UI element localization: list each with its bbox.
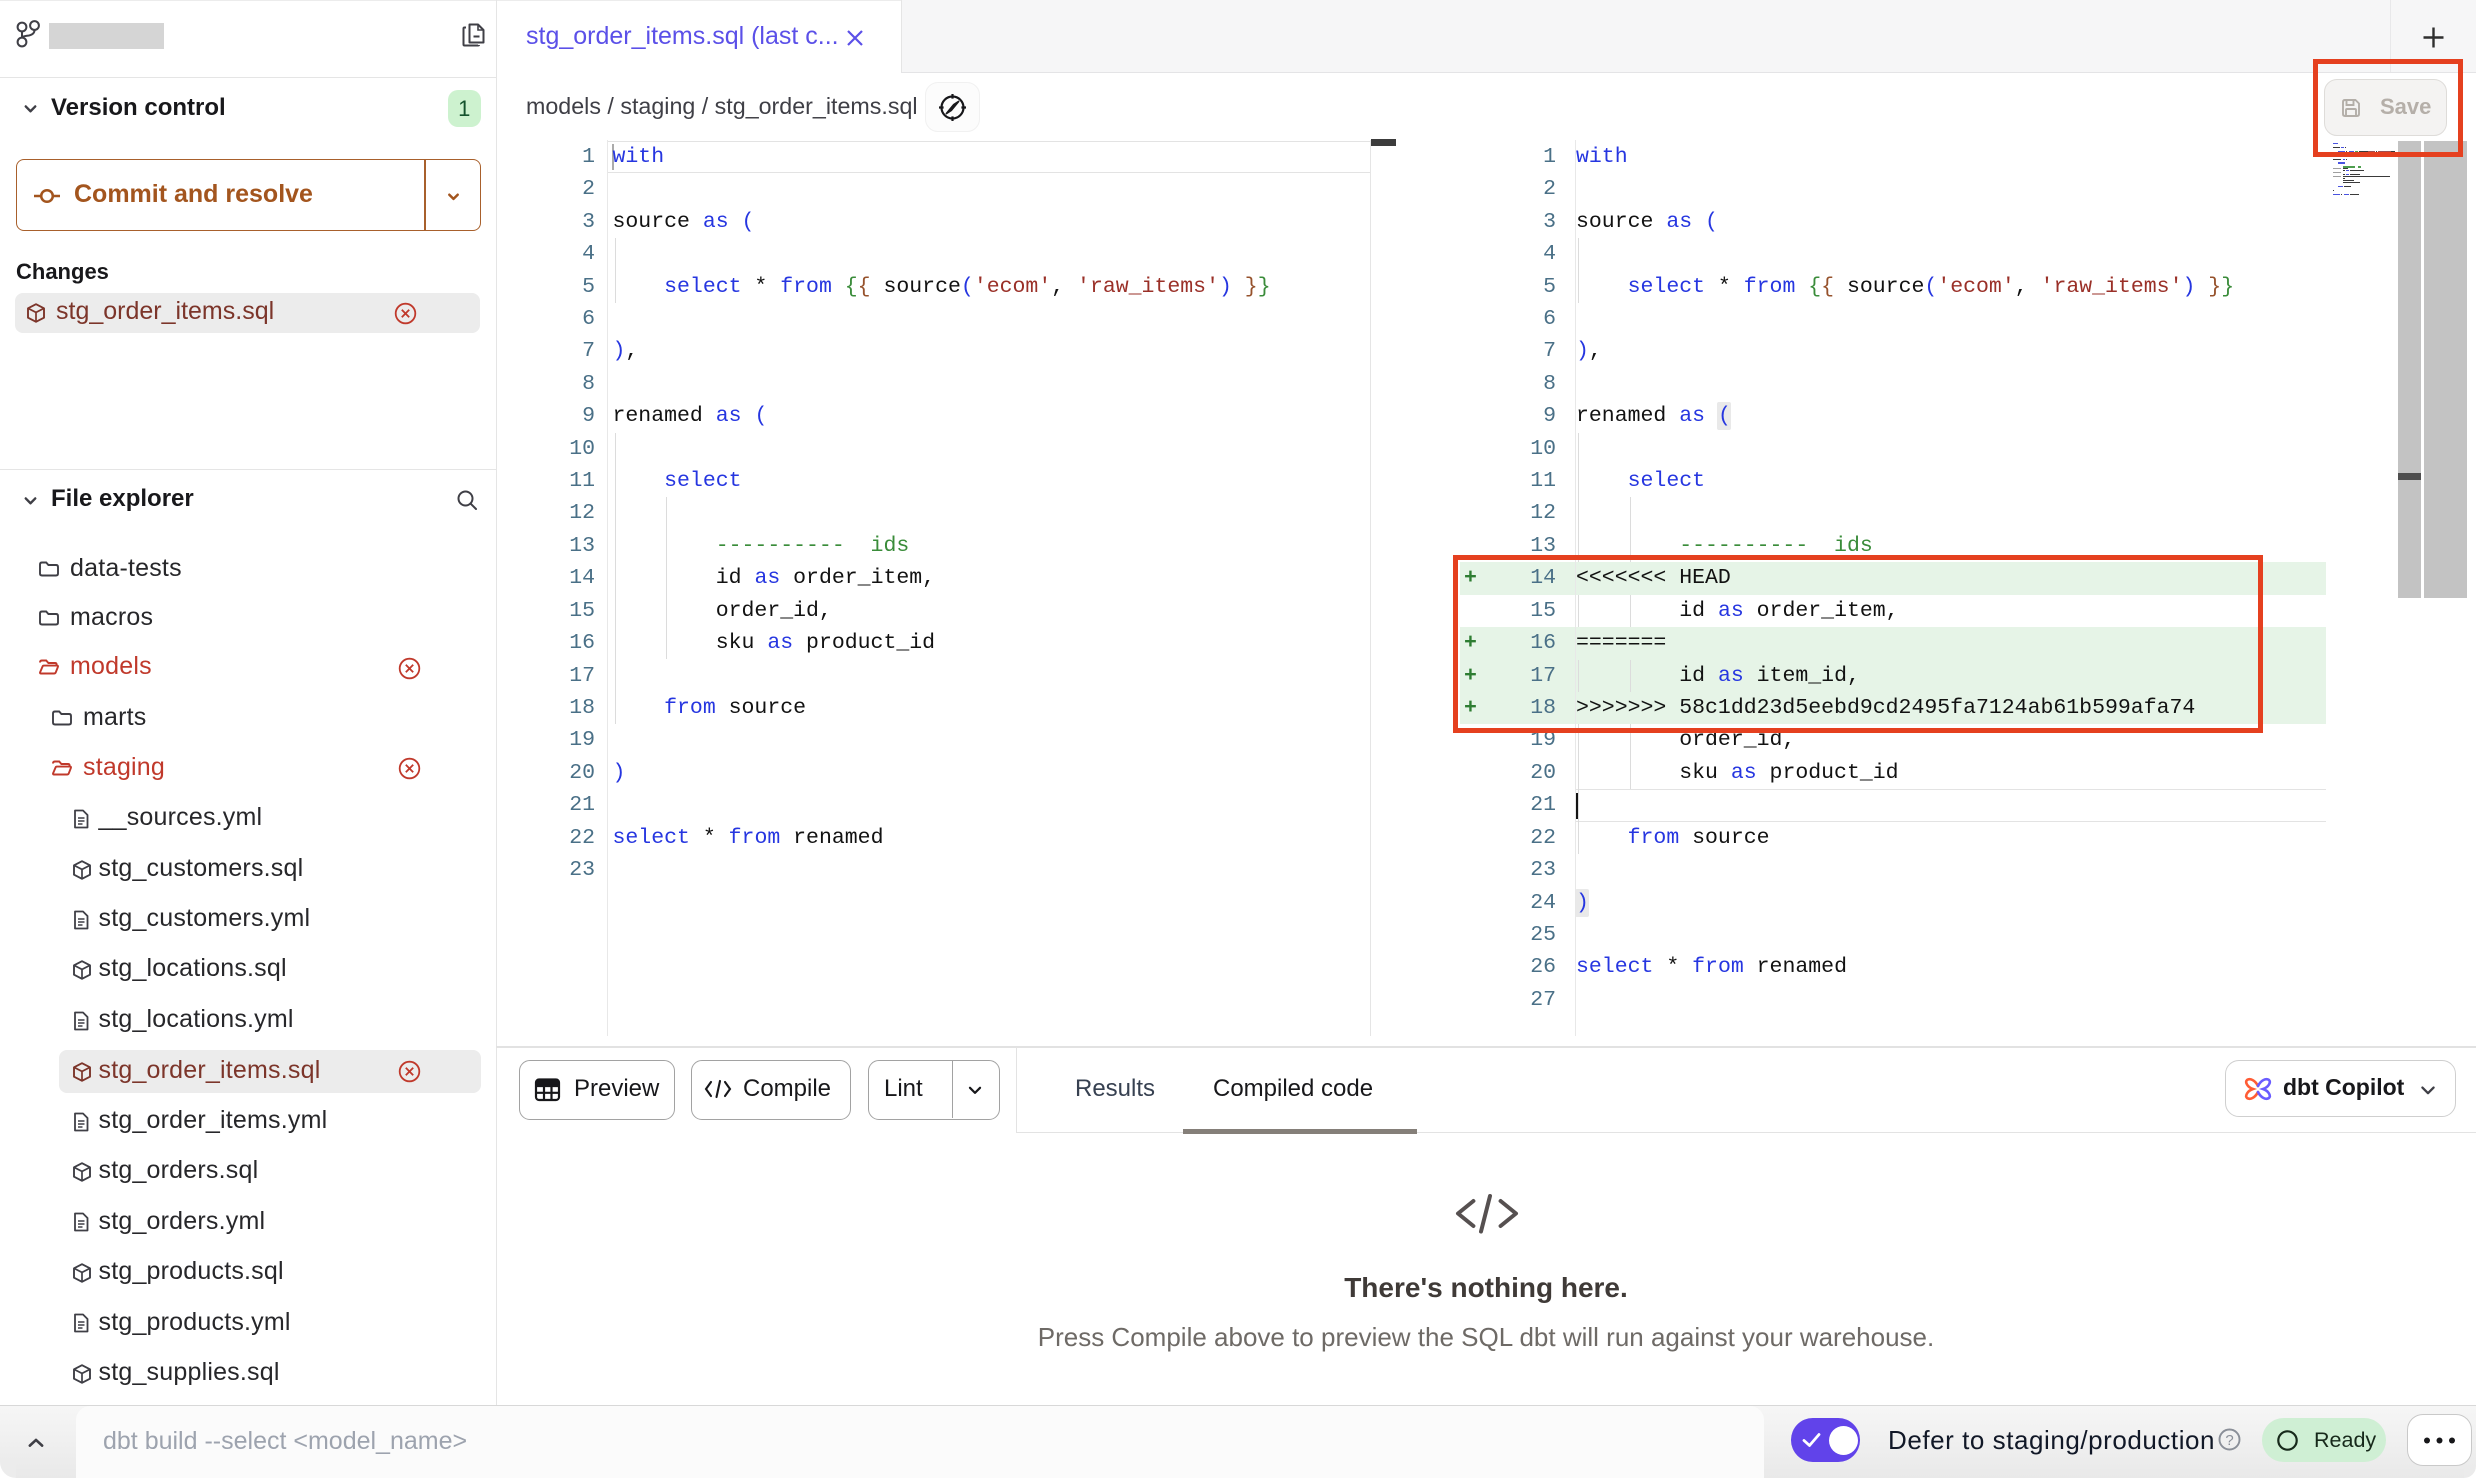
svg-text:?: ?: [2225, 1432, 2233, 1449]
